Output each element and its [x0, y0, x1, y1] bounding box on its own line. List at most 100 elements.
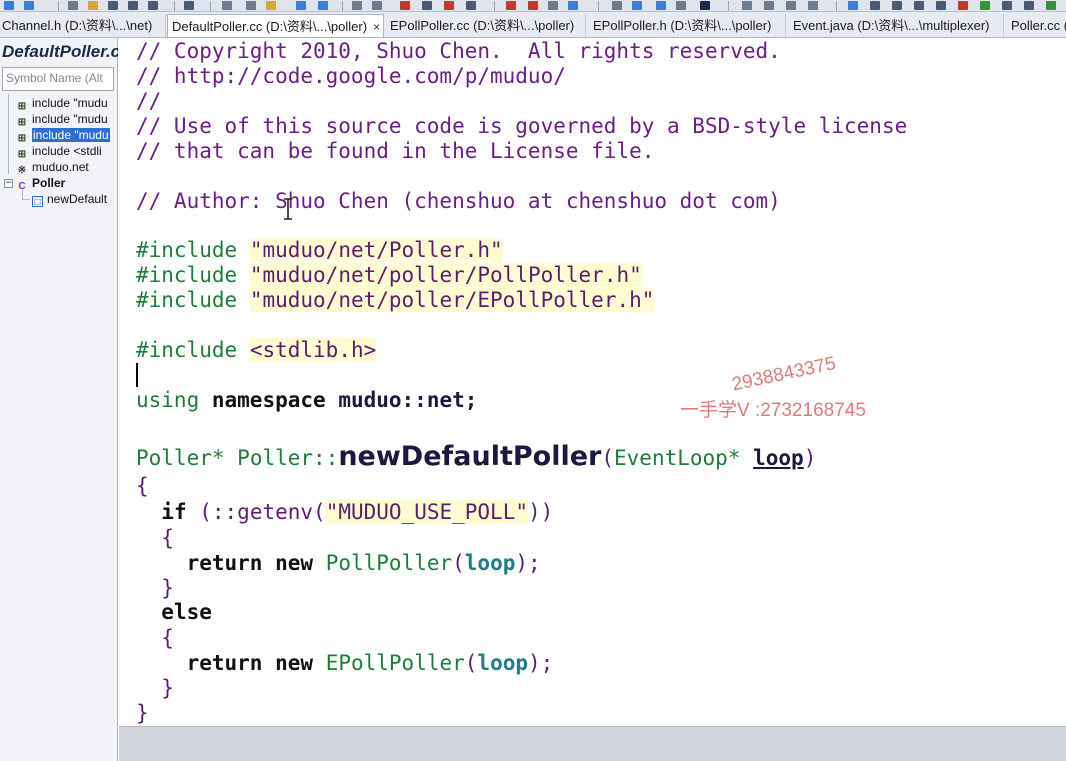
paste-icon[interactable]	[246, 1, 256, 10]
find-icon[interactable]	[352, 1, 362, 10]
symbol-item-function[interactable]: □ newDefault	[32, 191, 118, 207]
redo-icon[interactable]	[318, 1, 328, 10]
panel-icon[interactable]	[764, 1, 774, 10]
report-icon[interactable]	[1002, 1, 1012, 10]
grid-icon[interactable]	[1046, 1, 1056, 10]
graph-icon[interactable]	[892, 1, 902, 10]
back-icon[interactable]	[506, 1, 516, 10]
code-line-17: Poller* Poller::newDefaultPoller(EventLo…	[136, 440, 816, 474]
paren: (	[601, 446, 615, 470]
tree-line	[22, 199, 30, 200]
relation-icon[interactable]	[656, 1, 666, 10]
function-name: newDefaultPoller	[338, 441, 602, 472]
code-line-4: // Use of this source code is governed b…	[136, 114, 907, 139]
copy-icon[interactable]	[222, 1, 232, 10]
keyword: using	[136, 388, 200, 412]
cut-icon[interactable]	[184, 1, 194, 10]
tab-defaultpoller-cc[interactable]: DefaultPoller.cc (D:\资料\...\poller) ×	[167, 14, 384, 37]
keyword: return	[186, 651, 263, 675]
tab-channel-h[interactable]: Channel.h (D:\资料\...\net)	[0, 14, 166, 37]
print-icon[interactable]	[148, 1, 158, 10]
tab-label: EPollPoller.cc (D:\资料\...\poller)	[390, 18, 575, 33]
function-icon: □	[32, 196, 43, 207]
include-directive: #include	[136, 338, 238, 362]
split-icon[interactable]	[786, 1, 796, 10]
save-icon[interactable]	[108, 1, 118, 10]
keyword: if	[161, 500, 187, 524]
bookmark-icon[interactable]	[400, 1, 410, 10]
code-line-11: #include "muduo/net/poller/EPollPoller.h…	[136, 288, 655, 313]
code-editor[interactable]: // Copyright 2010, Shuo Chen. All rights…	[119, 38, 1066, 726]
symbol-item-label: include <stdli	[32, 144, 102, 158]
symbol-item-include[interactable]: ⊞ include <stdli	[16, 143, 116, 159]
chart-icon[interactable]	[958, 1, 968, 10]
undo-icon[interactable]	[296, 1, 306, 10]
forward-arrow-icon[interactable]	[24, 1, 34, 10]
collapse-toggle-icon[interactable]: −	[4, 179, 13, 188]
symbol-search-input[interactable]: Symbol Name (Alt	[2, 67, 114, 91]
symbol-item-namespace[interactable]: ※ muduo.net	[16, 159, 116, 175]
toolbar-separator	[494, 1, 495, 11]
project-icon[interactable]	[422, 1, 432, 10]
return-type: Poller*	[136, 446, 225, 470]
brace: }	[161, 676, 174, 700]
symbol-item-class[interactable]: C Poller	[16, 175, 116, 191]
sync-icon[interactable]	[568, 1, 578, 10]
options-icon[interactable]	[1024, 1, 1034, 10]
code-line-5: // that can be found in the License file…	[136, 139, 654, 164]
mark-icon[interactable]	[444, 1, 454, 10]
brace: }	[136, 701, 149, 725]
tab-poller-cc[interactable]: Poller.cc (	[1008, 14, 1066, 37]
code-line-19: if (::getenv("MUDUO_USE_POLL"))	[136, 500, 553, 525]
tab-event-java[interactable]: Event.java (D:\资料\...\multiplexer)	[790, 14, 1004, 37]
tab-epollpoller-h[interactable]: EPollPoller.h (D:\资料\...\poller)	[590, 14, 786, 37]
paste-special-icon[interactable]	[266, 1, 276, 10]
getenv-call: (::getenv(	[199, 500, 326, 524]
symbol-item-include[interactable]: ⊞ include "mudu	[16, 95, 116, 111]
text-caret	[136, 363, 138, 387]
symbol-icon[interactable]	[632, 1, 642, 10]
list-icon[interactable]	[936, 1, 946, 10]
horizontal-scrollbar[interactable]	[119, 726, 1066, 761]
brace: }	[161, 576, 174, 600]
tile-icon[interactable]	[808, 1, 818, 10]
toolbar-separator	[728, 1, 729, 11]
tab-label: Channel.h (D:\资料\...\net)	[2, 18, 153, 33]
save-all-icon[interactable]	[128, 1, 138, 10]
forward-icon[interactable]	[528, 1, 538, 10]
open-folder-icon[interactable]	[88, 1, 98, 10]
help-icon[interactable]	[848, 1, 858, 10]
browse-icon[interactable]	[870, 1, 880, 10]
new-file-icon[interactable]	[68, 1, 78, 10]
symbol-item-label: newDefault	[47, 192, 108, 206]
keyword: else	[161, 600, 212, 624]
trace-icon[interactable]	[914, 1, 924, 10]
include-path: "muduo/net/poller/EPollPoller.h"	[249, 288, 655, 312]
tab-epollpoller-cc[interactable]: EPollPoller.cc (D:\资料\...\poller)	[387, 14, 586, 37]
toolbar-separator	[210, 1, 211, 11]
class-scope: Poller::	[237, 446, 339, 470]
back-arrow-icon[interactable]	[4, 1, 14, 10]
symbol-item-include-selected[interactable]: ⊞ include "mudu	[16, 127, 116, 143]
paren: (	[464, 651, 478, 675]
toolbar	[0, 0, 1066, 12]
layout-icon[interactable]	[742, 1, 752, 10]
context-icon[interactable]	[676, 1, 686, 10]
include-icon: ⊞	[17, 149, 27, 159]
brace: {	[161, 526, 174, 550]
jump-icon[interactable]	[466, 1, 476, 10]
code-line-20: {	[136, 526, 174, 551]
code-line-24: {	[136, 626, 174, 651]
symbol-item-include[interactable]: ⊞ include "mudu	[16, 111, 116, 127]
edit-icon[interactable]	[548, 1, 558, 10]
tab-label: EPollPoller.h (D:\资料\...\poller)	[593, 18, 772, 33]
code-line-21: return new PollPoller(loop);	[136, 551, 541, 576]
code-line-26: }	[136, 676, 174, 701]
code-line-9: #include "muduo/net/Poller.h"	[136, 238, 503, 263]
close-icon[interactable]: ×	[373, 20, 380, 34]
check-icon[interactable]	[980, 1, 990, 10]
lookup-icon[interactable]	[700, 1, 710, 10]
replace-icon[interactable]	[372, 1, 382, 10]
window-icon[interactable]	[612, 1, 622, 10]
include-path: "muduo/net/Poller.h"	[249, 238, 503, 262]
